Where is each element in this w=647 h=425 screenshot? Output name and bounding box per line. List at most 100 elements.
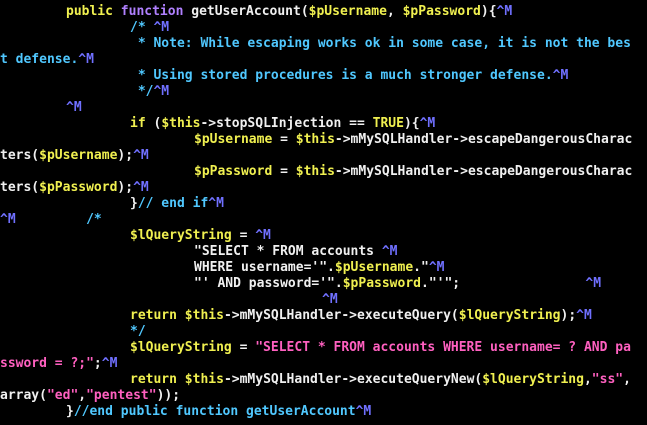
code-token: ){	[403, 116, 420, 131]
code-token: $this	[184, 308, 224, 323]
code-token: "pentest"	[86, 388, 157, 403]
code-line: public function getUserAccount($pUsernam…	[66, 4, 512, 20]
code-token: /*	[15, 212, 102, 227]
carriage-return-marker: ^M	[133, 180, 149, 195]
code-token: ,	[583, 372, 592, 387]
code-token: //end public function getUserAccount	[73, 404, 356, 419]
code-token: // end if	[137, 196, 209, 211]
code-token: array(	[0, 388, 47, 403]
carriage-return-marker: ^M	[322, 292, 338, 307]
code-line: ^M /*	[0, 212, 102, 228]
code-token: $pPassword	[39, 180, 118, 195]
code-line: ssword = ?;";^M	[0, 356, 117, 372]
code-line: * Note: While escaping works ok in some …	[130, 36, 631, 52]
code-token: =	[272, 132, 296, 147]
carriage-return-marker: ^M	[78, 52, 94, 67]
carriage-return-marker: ^M	[428, 260, 445, 275]
carriage-return-marker: ^M	[153, 20, 170, 35]
code-token: "SELECT * FROM accounts	[194, 244, 382, 259]
code-token: }	[130, 196, 138, 211]
code-token: $this	[161, 116, 201, 131]
code-token: ->mMySQLHandler->executeQueryNew(	[223, 372, 483, 387]
carriage-return-marker: ^M	[381, 244, 398, 259]
code-line: WHERE username='".$pUsername."^M	[194, 260, 444, 276]
code-token: $lQueryString	[458, 308, 561, 323]
code-token: ->stopSQLInjection ==	[200, 116, 373, 131]
code-token: public	[66, 4, 121, 19]
code-token: $this	[184, 372, 224, 387]
code-line: "SELECT * FROM accounts ^M	[194, 244, 398, 260]
code-line: $pPassword = $this->mMySQLHandler->escap…	[194, 164, 632, 180]
code-token: $lQueryString	[130, 340, 232, 355]
code-token: if	[130, 116, 154, 131]
code-token: ->mMySQLHandler->escapeDangerousCharac	[334, 164, 633, 179]
code-token: ."	[413, 260, 429, 275]
carriage-return-marker: ^M	[153, 84, 170, 99]
code-line: $lQueryString = ^M	[130, 228, 271, 244]
code-line: ters($pUsername);^M	[0, 148, 149, 164]
code-line: if ($this->stopSQLInjection == TRUE){^M	[130, 116, 435, 132]
code-token: $pPassword	[342, 276, 421, 291]
carriage-return-marker: ^M	[419, 116, 436, 131]
code-token: "ed"	[46, 388, 79, 403]
code-token: /*	[130, 20, 154, 35]
code-token: );	[117, 180, 134, 195]
code-line: array("ed","pentest"));	[0, 388, 180, 404]
code-line: return $this->mMySQLHandler->executeQuer…	[130, 308, 592, 324]
code-token: * Using stored procedures is a much stro…	[130, 68, 553, 83]
carriage-return-marker: ^M	[0, 212, 16, 227]
code-token: $pUsername	[308, 4, 387, 19]
code-token: ters(	[0, 180, 40, 195]
terminal-window[interactable]: public function getUserAccount($pUsernam…	[0, 0, 647, 425]
code-token: ."'";	[421, 276, 461, 291]
code-line: $pUsername = $this->mMySQLHandler->escap…	[194, 132, 632, 148]
code-line: */	[130, 324, 146, 340]
code-line: "' AND password='".$pPassword."'"; ^M	[194, 276, 601, 292]
code-token: "SELECT * FROM accounts WHERE username= …	[255, 340, 631, 355]
code-line: }//end public function getUserAccount^M	[66, 404, 371, 420]
carriage-return-marker: ^M	[133, 148, 149, 163]
code-token: );	[117, 148, 134, 163]
code-token: return	[130, 308, 185, 323]
carriage-return-marker: ^M	[208, 196, 224, 211]
code-token: ;	[93, 356, 102, 371]
code-line: * Using stored procedures is a much stro…	[130, 68, 568, 84]
code-token: ssword = ?;"	[0, 356, 94, 371]
code-token: TRUE	[372, 116, 404, 131]
code-line: ^M	[322, 292, 338, 308]
code-line: ^M	[66, 100, 82, 116]
code-token: ->mMySQLHandler->executeQuery(	[223, 308, 459, 323]
code-token: =	[272, 164, 296, 179]
code-token: */	[130, 324, 146, 339]
code-token: "ss"	[591, 372, 624, 387]
carriage-return-marker: ^M	[576, 308, 592, 323]
code-token: */	[130, 84, 154, 99]
code-token: }	[66, 404, 74, 419]
code-token: $pUsername	[194, 132, 273, 147]
code-token: $pPassword	[194, 164, 273, 179]
code-token: =	[231, 228, 256, 243]
code-token: "' AND password='".	[194, 276, 343, 291]
code-token: ->mMySQLHandler->escapeDangerousCharac	[334, 132, 633, 147]
code-token: $pPassword	[402, 4, 481, 19]
code-token: t defense.	[0, 52, 79, 67]
code-line: }// end if^M	[130, 196, 224, 212]
code-token: ,	[78, 388, 87, 403]
carriage-return-marker: ^M	[255, 228, 271, 243]
code-token: getUserAccount(	[191, 4, 309, 19]
carriage-return-marker: ^M	[496, 4, 513, 19]
code-token: ,	[386, 4, 403, 19]
carriage-return-marker: ^M	[101, 356, 118, 371]
code-token: =	[231, 340, 256, 355]
code-token: $lQueryString	[482, 372, 584, 387]
code-line: */^M	[130, 84, 169, 100]
code-token: $pUsername	[334, 260, 414, 275]
code-line: return $this->mMySQLHandler->executeQuer…	[130, 372, 631, 388]
carriage-return-marker: ^M	[585, 276, 602, 291]
code-token: function	[120, 4, 192, 19]
code-line: /* ^M	[130, 20, 169, 36]
carriage-return-marker: ^M	[355, 404, 372, 419]
code-line: ters($pPassword);^M	[0, 180, 149, 196]
code-token: ,	[623, 372, 631, 387]
